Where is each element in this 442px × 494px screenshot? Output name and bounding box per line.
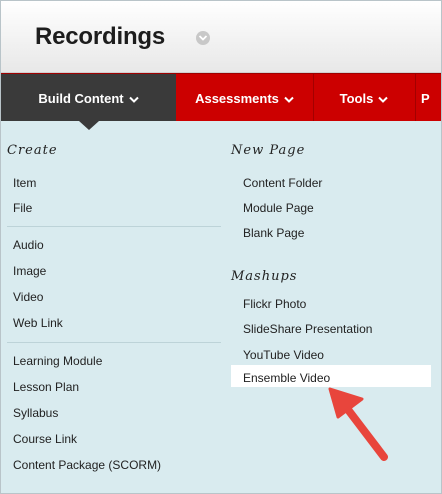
page-header: Recordings bbox=[1, 1, 441, 73]
menu-item-slideshare[interactable]: SlideShare Presentation bbox=[243, 322, 372, 336]
chevron-down-icon bbox=[378, 91, 389, 106]
menu-item-ensemble-video[interactable]: Ensemble Video bbox=[243, 371, 330, 385]
menu-item-item[interactable]: Item bbox=[13, 176, 36, 190]
tab-build-content[interactable]: Build Content bbox=[1, 74, 176, 122]
menu-item-module-page[interactable]: Module Page bbox=[243, 201, 314, 215]
menu-item-syllabus[interactable]: Syllabus bbox=[13, 406, 58, 420]
menu-item-course-link[interactable]: Course Link bbox=[13, 432, 77, 446]
chevron-down-circle-icon[interactable] bbox=[196, 31, 210, 45]
tab-label: Assessments bbox=[195, 90, 279, 106]
menu-divider bbox=[7, 226, 221, 227]
menu-item-content-package[interactable]: Content Package (SCORM) bbox=[13, 458, 161, 472]
red-arrow-icon bbox=[326, 385, 396, 470]
build-content-menu: Create Item File Audio Image Video Web L… bbox=[1, 121, 441, 493]
tab-label: Tools bbox=[339, 90, 374, 106]
course-nav-bar: Build Content Assessments Tools P bbox=[1, 73, 441, 122]
active-tab-pointer bbox=[79, 121, 99, 130]
chevron-down-icon bbox=[284, 91, 294, 106]
menu-item-content-folder[interactable]: Content Folder bbox=[243, 176, 322, 190]
screenshot-frame: Recordings Build Content Assessments Too… bbox=[0, 0, 442, 494]
menu-item-web-link[interactable]: Web Link bbox=[13, 316, 63, 330]
tab-label: P bbox=[421, 90, 430, 106]
menu-item-file[interactable]: File bbox=[13, 201, 32, 215]
menu-item-lesson-plan[interactable]: Lesson Plan bbox=[13, 380, 79, 394]
tab-assessments[interactable]: Assessments bbox=[176, 74, 313, 122]
menu-item-video[interactable]: Video bbox=[13, 290, 43, 304]
menu-item-audio[interactable]: Audio bbox=[13, 238, 44, 252]
menu-item-image[interactable]: Image bbox=[13, 264, 46, 278]
tab-tools[interactable]: Tools bbox=[313, 74, 415, 122]
menu-item-learning-module[interactable]: Learning Module bbox=[13, 354, 102, 368]
tab-partial[interactable]: P bbox=[415, 74, 441, 122]
menu-item-flickr-photo[interactable]: Flickr Photo bbox=[243, 297, 306, 311]
create-heading: Create bbox=[7, 143, 58, 158]
chevron-down-icon bbox=[128, 91, 139, 106]
menu-item-youtube-video[interactable]: YouTube Video bbox=[243, 348, 324, 362]
new-page-heading: New Page bbox=[231, 143, 306, 158]
tab-label: Build Content bbox=[38, 90, 124, 106]
mashups-heading: Mashups bbox=[231, 269, 298, 284]
menu-divider bbox=[7, 342, 221, 343]
page-title: Recordings bbox=[35, 23, 166, 50]
menu-item-blank-page[interactable]: Blank Page bbox=[243, 226, 304, 240]
